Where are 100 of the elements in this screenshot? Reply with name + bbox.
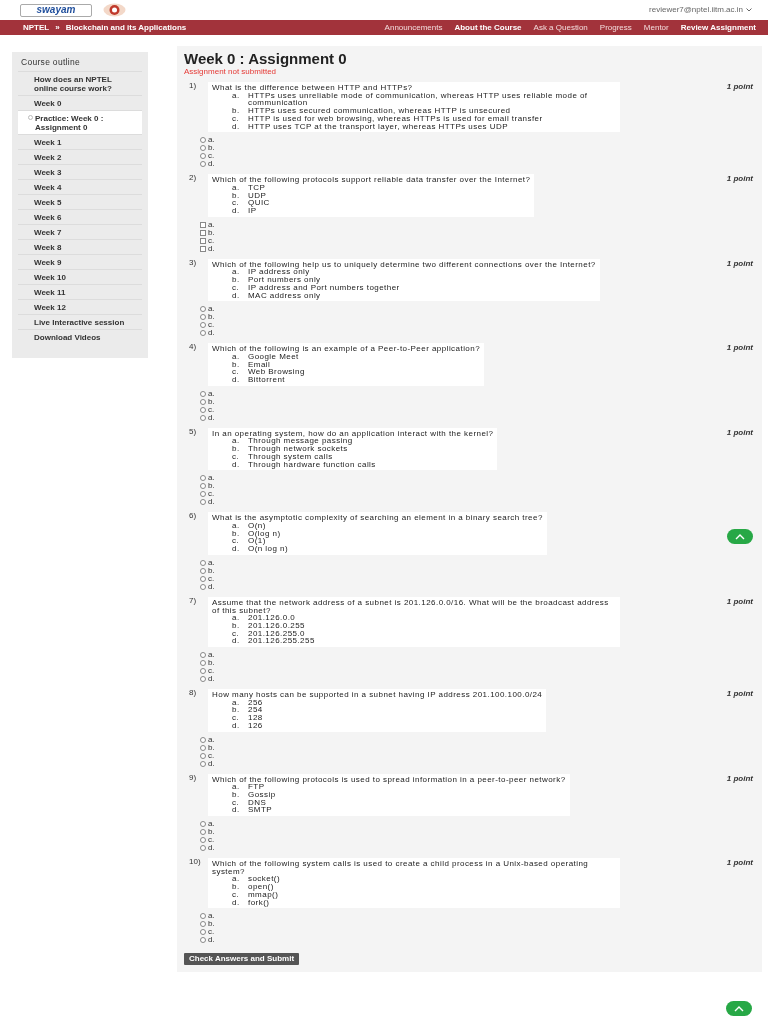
- option-text: IP address and Port numbers together: [248, 283, 400, 292]
- points-label: 1 point: [726, 597, 754, 606]
- radio-button[interactable]: [200, 406, 206, 413]
- radio-button[interactable]: [200, 937, 206, 944]
- radio-button[interactable]: [200, 929, 206, 936]
- radio-button[interactable]: [200, 921, 206, 928]
- scroll-top-button[interactable]: [727, 529, 753, 544]
- question-number: 1): [188, 82, 198, 90]
- radio-button[interactable]: [200, 837, 206, 844]
- radio-button[interactable]: [200, 660, 206, 666]
- option-text: QUIC: [248, 199, 270, 208]
- question-number: 6): [188, 512, 198, 521]
- points-label: 1 point: [726, 774, 754, 783]
- chevron-down-icon[interactable]: [746, 8, 752, 12]
- radio-button[interactable]: [200, 398, 206, 405]
- breadcrumb-item[interactable]: NPTEL: [23, 21, 50, 34]
- radio-button[interactable]: [200, 390, 206, 397]
- option-text: fork(): [248, 898, 270, 907]
- option-text: Through system calls: [248, 452, 333, 461]
- option-text: 201.126.0.0: [248, 614, 296, 622]
- radio-button[interactable]: [200, 153, 206, 160]
- radio-button[interactable]: [200, 322, 206, 329]
- checkbox[interactable]: [200, 245, 206, 252]
- radio-button[interactable]: [200, 567, 206, 574]
- option-text: Through message passing: [248, 437, 353, 446]
- radio-button[interactable]: [200, 752, 206, 759]
- answer-label: a.: [208, 735, 215, 744]
- answer-label: a.: [208, 912, 215, 921]
- radio-button[interactable]: [200, 583, 206, 590]
- answer-label: c.: [208, 152, 215, 161]
- answer-label: a.: [208, 820, 215, 829]
- radio-button[interactable]: [200, 499, 206, 506]
- user-email[interactable]: reviewer7@nptel.iitm.ac.in: [649, 4, 743, 16]
- answer-label: b.: [208, 482, 215, 491]
- radio-button[interactable]: [200, 414, 206, 421]
- option-letter: a.: [232, 268, 241, 277]
- option-text: O(log n): [248, 529, 281, 538]
- nav-link[interactable]: About the Course: [454, 21, 522, 34]
- radio-button[interactable]: [200, 744, 206, 751]
- answer-label: a.: [208, 558, 215, 567]
- answer-label: d.: [208, 329, 215, 338]
- radio-button[interactable]: [200, 145, 206, 152]
- logo[interactable]: swayam: [20, 3, 92, 17]
- question-number: 2): [188, 174, 198, 183]
- option-text: 201.126.255.0: [248, 629, 305, 638]
- radio-button[interactable]: [200, 652, 206, 658]
- option-letter: b.: [232, 107, 241, 115]
- option-text: Google Meet: [248, 352, 299, 361]
- answer-label: c.: [208, 667, 215, 675]
- nav-link[interactable]: Ask a Question: [533, 21, 588, 34]
- radio-button[interactable]: [200, 491, 206, 498]
- nav-link[interactable]: Announcements: [384, 21, 443, 34]
- answer-label: d.: [208, 675, 215, 683]
- option-letter: c.: [232, 283, 241, 292]
- radio-button[interactable]: [200, 475, 206, 482]
- option-letter: b.: [232, 360, 241, 369]
- option-letter: c.: [232, 890, 241, 899]
- radio-button[interactable]: [200, 913, 206, 920]
- radio-button[interactable]: [200, 483, 206, 490]
- option-letter: b.: [232, 276, 241, 284]
- option-letter: a.: [232, 614, 241, 622]
- option-letter: a.: [232, 522, 241, 530]
- checkbox[interactable]: [200, 237, 206, 244]
- option-letter: c.: [232, 537, 241, 546]
- checkbox[interactable]: [200, 229, 206, 236]
- radio-button[interactable]: [200, 845, 206, 852]
- assignment-title: Week 0 : Assignment 0: [184, 50, 348, 67]
- answer-label: a.: [208, 136, 215, 145]
- radio-button[interactable]: [200, 829, 206, 836]
- radio-button[interactable]: [200, 821, 206, 828]
- answer-label: c.: [208, 490, 215, 499]
- breadcrumb-item[interactable]: »: [55, 21, 60, 34]
- radio-button[interactable]: [200, 668, 206, 674]
- nav-link[interactable]: Progress: [599, 21, 632, 34]
- radio-button[interactable]: [200, 760, 206, 767]
- question-number: 4): [188, 343, 198, 352]
- radio-button[interactable]: [200, 559, 206, 566]
- radio-button[interactable]: [200, 137, 206, 144]
- answer-label: c.: [208, 236, 215, 245]
- nav-link[interactable]: Review Assignment: [680, 21, 756, 34]
- answer-label: c.: [208, 928, 215, 937]
- radio-button[interactable]: [200, 314, 206, 321]
- radio-button[interactable]: [200, 736, 206, 743]
- option-letter: b.: [232, 621, 241, 630]
- answer-label: b.: [208, 228, 215, 237]
- radio-button[interactable]: [200, 306, 206, 313]
- sidebar-item[interactable]: Practice: Week 0 : Assignment 0: [18, 110, 142, 134]
- nav-link[interactable]: Mentor: [643, 21, 669, 34]
- answer-label: d.: [208, 759, 215, 768]
- radio-button[interactable]: [200, 676, 206, 682]
- scroll-top-button[interactable]: [726, 1001, 752, 1016]
- option-letter: a.: [232, 698, 240, 707]
- sidebar-title: Course outline: [20, 56, 81, 69]
- radio-button[interactable]: [200, 575, 206, 582]
- checkbox[interactable]: [200, 221, 206, 228]
- radio-button[interactable]: [200, 161, 206, 168]
- submit-button[interactable]: Check Answers and Submit: [184, 953, 300, 966]
- radio-button[interactable]: [200, 330, 206, 337]
- breadcrumb-item[interactable]: Blockchain and its Applications: [65, 21, 187, 34]
- answer-label: d.: [208, 160, 215, 169]
